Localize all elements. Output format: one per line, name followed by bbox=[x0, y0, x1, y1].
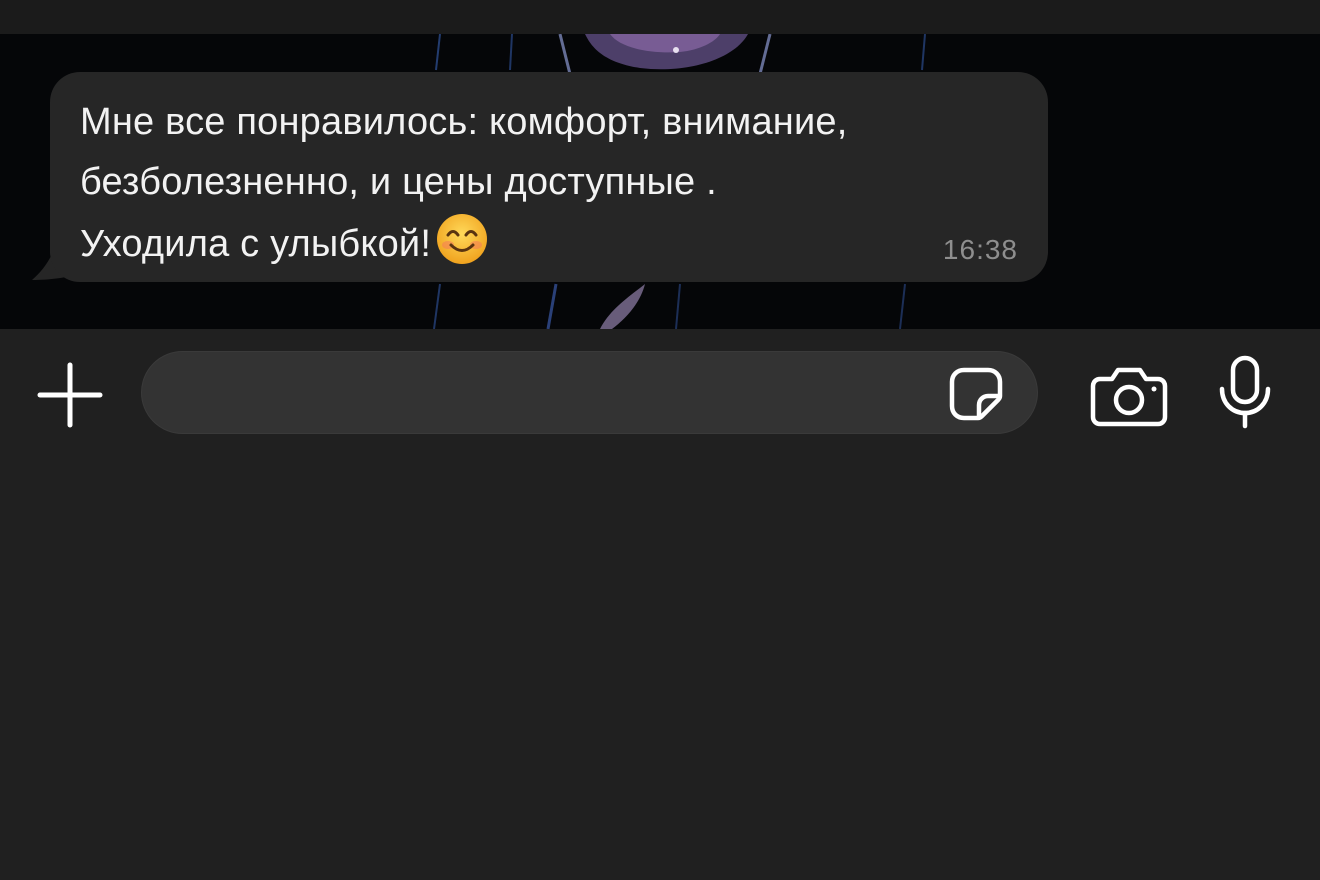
message-input-field[interactable] bbox=[141, 351, 1038, 434]
sticker-icon[interactable] bbox=[946, 364, 1006, 424]
message-text-line-3-text: Уходила с улыбкой! bbox=[80, 223, 432, 265]
composer-bar bbox=[0, 329, 1320, 880]
plus-icon[interactable] bbox=[36, 361, 104, 429]
message-timestamp: 16:38 bbox=[942, 234, 1018, 265]
message-text-line-1: Мне все понравилось: комфорт, внимание, bbox=[80, 101, 848, 143]
message-text-line-2: безболезненно, и цены доступные . bbox=[80, 161, 717, 203]
camera-icon[interactable] bbox=[1090, 365, 1168, 427]
incoming-message[interactable]: Мне все понравилось: комфорт, внимание, … bbox=[30, 72, 1050, 284]
smiling-face-emoji-icon bbox=[437, 214, 488, 264]
message-list[interactable]: Мне все понравилось: комфорт, внимание, … bbox=[0, 34, 1320, 329]
top-bar bbox=[0, 0, 1320, 34]
chat-screen: Мне все понравилось: комфорт, внимание, … bbox=[0, 0, 1320, 880]
message-input[interactable] bbox=[172, 370, 936, 418]
message-bubble[interactable]: Мне все понравилось: комфорт, внимание, … bbox=[50, 72, 1048, 282]
microphone-icon[interactable] bbox=[1214, 355, 1276, 429]
message-text-line-3: Уходила с улыбкой! bbox=[80, 212, 1018, 274]
